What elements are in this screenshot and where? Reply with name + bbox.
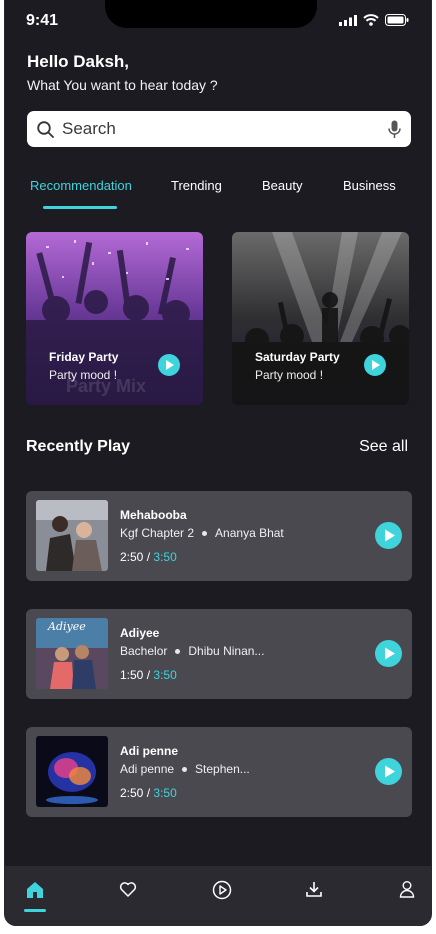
featured-title: Friday Party: [49, 350, 119, 364]
song-album: Adi penne: [120, 762, 175, 776]
total-time: 3:50: [153, 786, 177, 800]
search-icon: [37, 120, 54, 138]
signal-icon: [339, 14, 357, 26]
profile-icon[interactable]: [399, 880, 415, 898]
total-time: 3:50: [153, 668, 177, 682]
song-duration: 2:50 / 3:50: [120, 786, 177, 800]
song-album: Kgf Chapter 2: [120, 526, 195, 540]
tab-beauty[interactable]: Beauty: [262, 178, 302, 193]
category-tabs: Recommendation Trending Beauty Business: [5, 178, 431, 214]
album-art-text: Adiyee: [48, 620, 86, 633]
play-icon[interactable]: [364, 354, 386, 376]
time-separator: /: [146, 786, 151, 800]
greeting-subtitle: What You want to hear today ?: [27, 77, 218, 93]
tab-business[interactable]: Business: [343, 178, 396, 193]
featured-card-saturday[interactable]: Saturday Party Party mood !: [232, 232, 409, 405]
active-tab-indicator: [43, 206, 117, 209]
active-nav-indicator: [24, 909, 46, 912]
status-icons: [339, 14, 409, 26]
see-all-link[interactable]: See all: [359, 438, 408, 456]
time-separator: /: [146, 550, 151, 564]
song-artist: Stephen...: [195, 762, 250, 776]
download-icon[interactable]: [305, 880, 323, 898]
song-meta: Kgf Chapter 2 Ananya Bhat: [120, 526, 284, 540]
elapsed-time: 2:50: [120, 550, 144, 564]
tab-trending[interactable]: Trending: [171, 178, 222, 193]
separator-dot: [182, 766, 188, 772]
song-album: Bachelor: [120, 644, 168, 658]
heart-icon[interactable]: [119, 880, 137, 898]
album-art: Adiyee: [36, 618, 108, 689]
song-meta: Adi penne Stephen...: [120, 762, 250, 776]
play-icon[interactable]: [375, 640, 402, 667]
greeting-title: Hello Daksh,: [27, 52, 130, 71]
wifi-icon: [363, 14, 379, 26]
play-icon[interactable]: [375, 758, 402, 785]
time-separator: /: [146, 668, 151, 682]
notch: [105, 0, 317, 28]
song-artist: Dhibu Ninan...: [188, 644, 265, 658]
play-icon[interactable]: [375, 522, 402, 549]
featured-subtitle: Party mood !: [255, 368, 324, 382]
song-duration: 1:50 / 3:50: [120, 668, 177, 682]
status-time: 9:41: [26, 12, 59, 29]
section-title: Recently Play: [26, 438, 131, 455]
song-title: Mehabooba: [120, 508, 187, 522]
tab-recommendation[interactable]: Recommendation: [30, 178, 132, 193]
song-meta: Bachelor Dhibu Ninan...: [120, 644, 264, 658]
bottom-nav: [5, 866, 431, 926]
featured-card-friday[interactable]: Party Mix Friday Party Party mood !: [26, 232, 203, 405]
elapsed-time: 1:50: [120, 668, 144, 682]
phone-screen: 9:41 Hello Daksh, What You want to hear …: [4, 0, 432, 926]
album-art: [36, 500, 108, 571]
elapsed-time: 2:50: [120, 786, 144, 800]
home-icon[interactable]: [25, 880, 45, 900]
song-item[interactable]: Adi penne Adi penne Stephen... 2:50 / 3:…: [26, 727, 412, 817]
microphone-icon[interactable]: [388, 120, 401, 139]
separator-dot: [202, 530, 208, 536]
separator-dot: [175, 648, 181, 654]
play-icon[interactable]: [158, 354, 180, 376]
search-placeholder: Search: [62, 119, 116, 138]
search-input[interactable]: Search: [27, 111, 411, 147]
featured-title: Saturday Party: [255, 350, 340, 364]
song-artist: Ananya Bhat: [215, 526, 284, 540]
song-duration: 2:50 / 3:50: [120, 550, 177, 564]
song-item[interactable]: Mehabooba Kgf Chapter 2 Ananya Bhat 2:50…: [26, 491, 412, 581]
battery-icon: [385, 14, 409, 26]
featured-subtitle: Party mood !: [49, 368, 118, 382]
song-title: Adi penne: [120, 744, 179, 758]
song-item[interactable]: Adiyee Adiyee Bachelor Dhibu Ninan... 1:…: [26, 609, 412, 699]
song-title: Adiyee: [120, 626, 160, 640]
play-circle-icon[interactable]: [212, 880, 232, 900]
total-time: 3:50: [153, 550, 177, 564]
album-art: [36, 736, 108, 807]
